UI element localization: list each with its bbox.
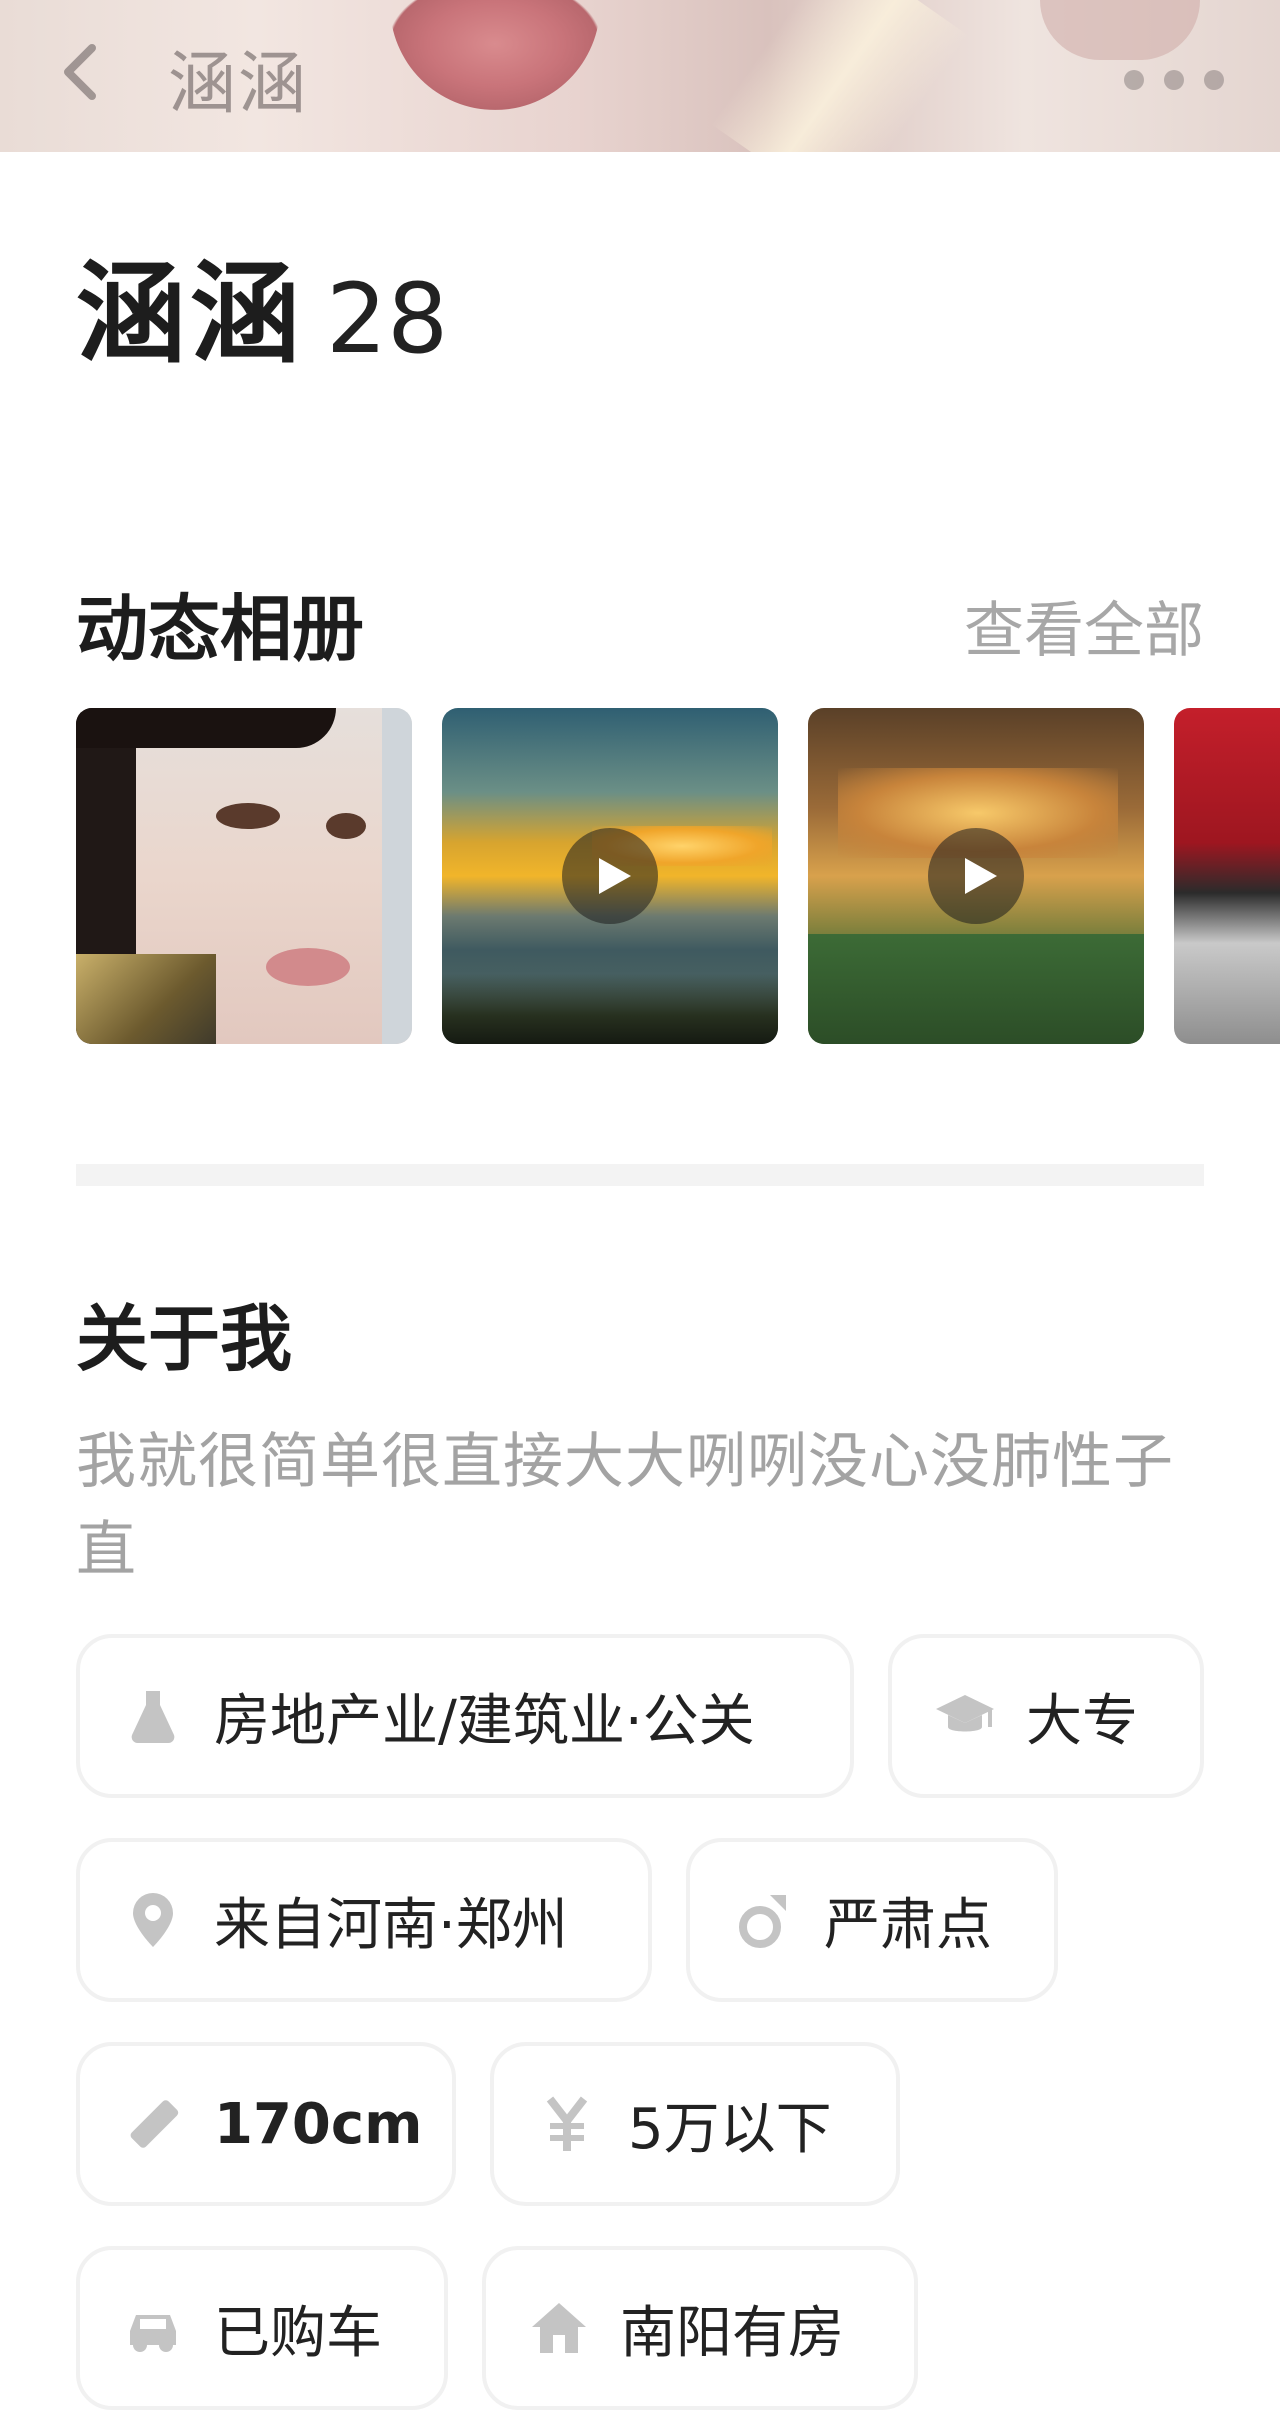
tag-label: 5万以下 bbox=[628, 2096, 832, 2162]
thumb-detail bbox=[76, 708, 336, 748]
tag-label: 已购车 bbox=[214, 2300, 382, 2366]
more-dots-icon bbox=[1204, 70, 1224, 90]
album-thumb-video[interactable] bbox=[808, 708, 1144, 1044]
header-title: 涵涵 bbox=[168, 45, 309, 124]
more-dots-icon bbox=[1124, 70, 1144, 90]
play-button[interactable] bbox=[928, 828, 1024, 924]
profile-age: 28 bbox=[326, 263, 449, 375]
tag-label: 南阳有房 bbox=[620, 2300, 844, 2366]
thumb-detail bbox=[382, 708, 412, 1044]
yen-icon bbox=[546, 2096, 588, 2151]
graduation-cap-icon bbox=[936, 1695, 994, 1732]
see-all-link[interactable]: 查看全部 bbox=[964, 582, 1204, 669]
profile-name: 涵涵 bbox=[76, 250, 304, 378]
thumb-detail bbox=[442, 974, 778, 1044]
cover-photo-detail bbox=[390, 0, 600, 110]
cover-photo-detail bbox=[711, 0, 969, 152]
about-text: 我就很简单很直接大大咧咧没心没肺性子直 bbox=[76, 1427, 1174, 1585]
cover-photo-detail bbox=[1040, 0, 1200, 60]
tag-label: 房地产业/建筑业·公关 bbox=[214, 1688, 755, 1754]
more-button[interactable] bbox=[1124, 60, 1224, 100]
tag-label: 严肃点 bbox=[824, 1892, 992, 1958]
thumb-detail bbox=[266, 948, 350, 986]
tag-house: 南阳有房 bbox=[482, 2246, 918, 2410]
tag-hometown: 来自河南·郑州 bbox=[76, 1838, 652, 2002]
tag-label: 大专 bbox=[1026, 1688, 1138, 1754]
tag-height: 170cm bbox=[76, 2042, 456, 2206]
chevron-left-icon bbox=[64, 44, 96, 100]
ring-icon bbox=[739, 1895, 786, 1948]
house-icon bbox=[532, 2303, 586, 2353]
tag-income: 5万以下 bbox=[490, 2042, 900, 2206]
thumb-detail bbox=[808, 934, 1144, 1044]
car-icon bbox=[130, 2315, 176, 2352]
section-divider bbox=[76, 1164, 1204, 1186]
location-pin-icon bbox=[133, 1893, 173, 1947]
tag-label: 170cm bbox=[214, 2091, 423, 2157]
tag-education: 大专 bbox=[888, 1634, 1204, 1798]
industry-icon bbox=[131, 1691, 175, 1744]
album-thumb[interactable] bbox=[76, 708, 412, 1044]
tag-car: 已购车 bbox=[76, 2246, 448, 2410]
ruler-icon bbox=[130, 2100, 179, 2148]
tag-industry: 房地产业/建筑业·公关 bbox=[76, 1634, 854, 1798]
play-icon bbox=[965, 858, 997, 894]
profile-name-row: 涵涵 28 bbox=[76, 224, 448, 384]
more-dots-icon bbox=[1164, 70, 1184, 90]
album-thumb-video[interactable] bbox=[442, 708, 778, 1044]
play-button[interactable] bbox=[562, 828, 658, 924]
profile-cover-photo: 涵涵 bbox=[0, 0, 1280, 152]
tag-intent: 严肃点 bbox=[686, 1838, 1058, 2002]
thumb-detail bbox=[76, 954, 216, 1044]
album-strip[interactable] bbox=[76, 708, 1280, 1044]
thumb-detail bbox=[216, 803, 280, 829]
back-button[interactable] bbox=[48, 40, 112, 104]
play-icon bbox=[599, 858, 631, 894]
album-thumb[interactable] bbox=[1174, 708, 1280, 1044]
about-section-title: 关于我 bbox=[76, 1297, 293, 1381]
album-section-title: 动态相册 bbox=[76, 587, 365, 671]
tag-label: 来自河南·郑州 bbox=[214, 1892, 568, 1958]
thumb-detail bbox=[326, 813, 366, 839]
